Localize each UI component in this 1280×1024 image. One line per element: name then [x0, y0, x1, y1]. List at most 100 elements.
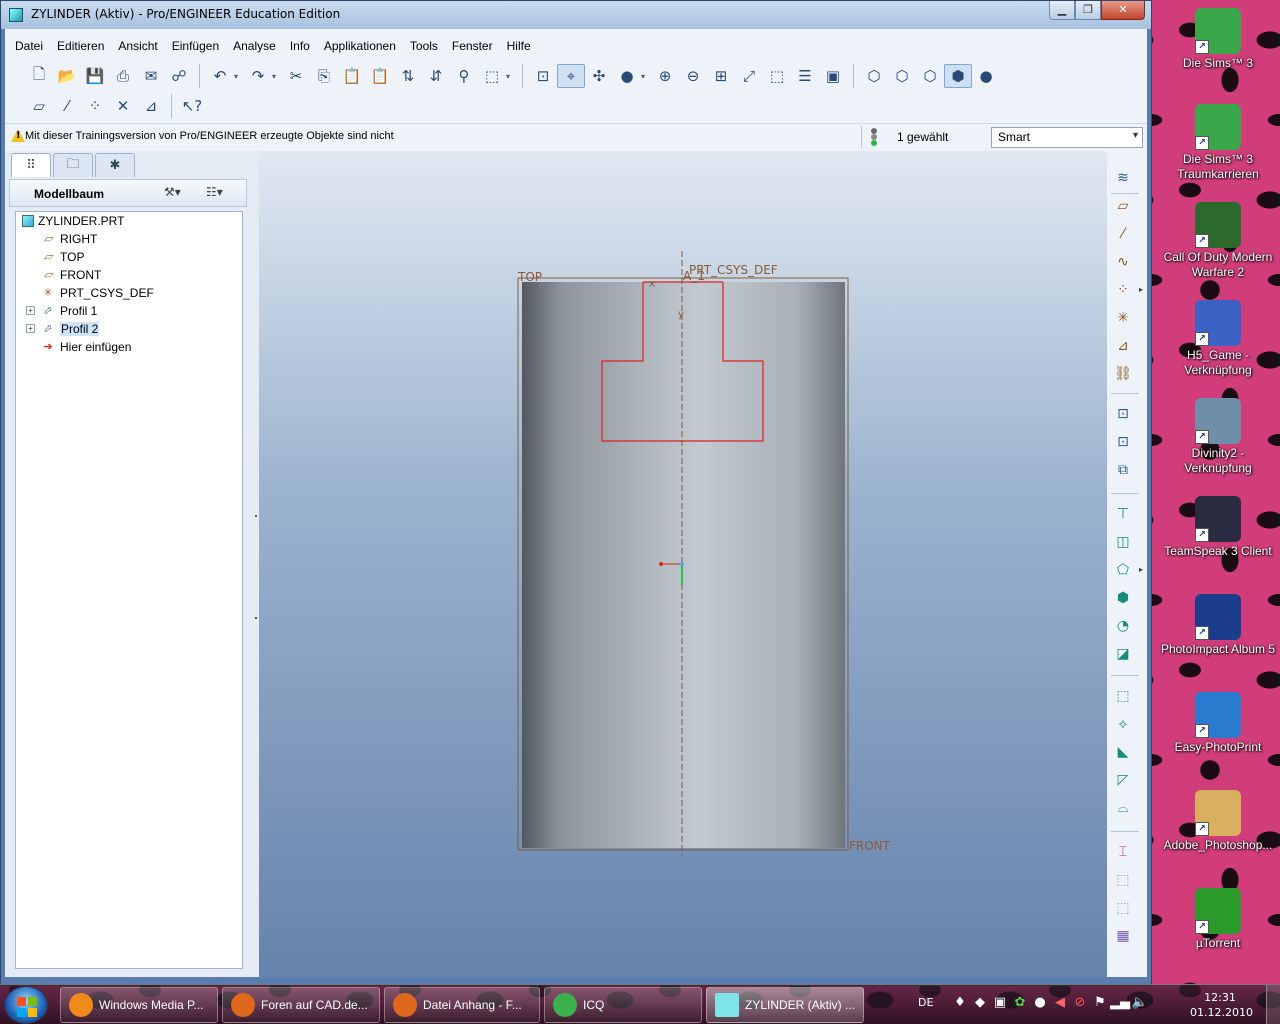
shaded-icon[interactable]: ⬢	[944, 64, 972, 88]
tree-item-profil-2[interactable]: + ⬀ Profil 2	[26, 320, 100, 338]
revolve-icon[interactable]: ◫	[1111, 531, 1135, 553]
csys-display-icon[interactable]: ✣	[585, 64, 613, 88]
menu-hilfe[interactable]: Hilfe	[500, 37, 538, 57]
tray-icq-icon[interactable]: ✿	[1010, 995, 1030, 1010]
enhanced-realism-icon[interactable]: ●	[972, 64, 1000, 88]
shading-icon[interactable]: ●	[613, 64, 641, 88]
graphics-window[interactable]: × y TOP PRT_CSYS_DEF A_1 FRONT	[259, 151, 1107, 977]
reorient-icon[interactable]: ⤢	[735, 64, 763, 88]
regen-manager-icon[interactable]: ⇵	[422, 64, 450, 88]
find-icon[interactable]: ⚲	[450, 64, 478, 88]
desktop-shortcut[interactable]: µTorrent	[1158, 888, 1278, 951]
extrude-icon[interactable]: ⊤	[1111, 503, 1135, 525]
group-icon[interactable]: ⧉	[1111, 459, 1135, 481]
send-icon[interactable]: ☍	[165, 64, 193, 88]
insert-feature-icon[interactable]: ⊡	[1111, 403, 1135, 425]
tray-app-icon[interactable]: ●	[1030, 995, 1050, 1010]
select-dropdown-icon[interactable]: ▾	[506, 72, 516, 81]
paste-special-icon[interactable]: 📋	[366, 64, 394, 88]
csys-toggle-icon[interactable]: ✕	[109, 94, 137, 118]
taskbar-button[interactable]: ICQ	[544, 987, 702, 1023]
show-list-icon[interactable]: ☷▾	[206, 185, 223, 199]
layers-icon[interactable]: ☰	[791, 64, 819, 88]
rib-icon[interactable]: ⬚	[1111, 685, 1135, 707]
maximize-button[interactable]: ❐	[1075, 1, 1101, 20]
tweak-icon[interactable]: ⊡	[1111, 431, 1135, 453]
email-icon[interactable]: ✉	[137, 64, 165, 88]
sweep-icon[interactable]: ⬠	[1111, 559, 1135, 581]
desktop-shortcut[interactable]: Easy-PhotoPrint	[1158, 692, 1278, 755]
expand-icon[interactable]: +	[26, 324, 35, 333]
redo-dropdown-icon[interactable]: ▾	[272, 72, 282, 81]
hidden-line-icon[interactable]: ⬡	[888, 64, 916, 88]
desktop-shortcut[interactable]: Adobe_Photoshop...	[1158, 790, 1278, 853]
datum-plane-icon[interactable]: ▱	[1111, 195, 1135, 217]
saved-views-icon[interactable]: ⬚	[763, 64, 791, 88]
desktop-shortcut[interactable]: Die Sims™ 3 Traumkarrieren	[1158, 104, 1278, 182]
tray-volume-alert-icon[interactable]: ◀	[1050, 995, 1070, 1010]
datum-axis-toggle-icon[interactable]: ⁄	[53, 94, 81, 118]
hole-icon[interactable]: ◔	[1111, 615, 1135, 637]
cut-icon[interactable]: ✂	[282, 64, 310, 88]
menu-fenster[interactable]: Fenster	[445, 37, 500, 57]
new-file-icon[interactable]: 🗋	[25, 64, 53, 88]
tree-item-part[interactable]: ZYLINDER.PRT	[22, 212, 124, 230]
datum-plane-toggle-icon[interactable]: ▱	[25, 94, 53, 118]
pattern-table-icon[interactable]: ▦	[1111, 925, 1135, 947]
redo-icon[interactable]: ↷	[244, 64, 272, 88]
undo-dropdown-icon[interactable]: ▾	[234, 72, 244, 81]
tray-network-icon[interactable]: ▂▄	[1110, 995, 1130, 1010]
select-box-icon[interactable]: ⬚	[478, 64, 506, 88]
tray-flag-icon[interactable]: ⚑	[1090, 995, 1110, 1010]
blend-icon[interactable]: ⬢	[1111, 587, 1135, 609]
chamfer-icon[interactable]: ◸	[1111, 769, 1135, 791]
datum-point-dropdown-icon[interactable]: ▸	[1139, 285, 1143, 294]
zoom-in-icon[interactable]: ⊕	[651, 64, 679, 88]
tray-app-icon[interactable]: ▣	[990, 995, 1010, 1010]
context-help-icon[interactable]: ↖?	[178, 94, 206, 118]
menu-datei[interactable]: Datei	[5, 37, 50, 57]
analysis-icon[interactable]: ⊿	[1111, 335, 1135, 357]
menu-info[interactable]: Info	[283, 37, 317, 57]
datum-curve-icon[interactable]: ∿	[1111, 251, 1135, 273]
shell-icon[interactable]: ◪	[1111, 643, 1135, 665]
tab-model-tree[interactable]: ⠿	[11, 153, 51, 177]
csys-icon[interactable]: ✳	[1111, 307, 1135, 329]
merge-icon[interactable]: ⬚	[1111, 869, 1135, 891]
show-desktop-button[interactable]	[1266, 985, 1280, 1024]
regenerate-icon[interactable]: ⇅	[394, 64, 422, 88]
tray-volume-icon[interactable]: 🔈	[1130, 995, 1150, 1010]
paste-icon[interactable]: 📋	[338, 64, 366, 88]
mirror-icon[interactable]: ⌶	[1111, 841, 1135, 863]
sketch-datum-curve-icon[interactable]: ≋	[1111, 167, 1135, 189]
tree-item-right[interactable]: ▱ RIGHT	[40, 230, 98, 248]
trim-icon[interactable]: ⬚	[1111, 897, 1135, 919]
wireframe-icon[interactable]: ⬡	[860, 64, 888, 88]
undo-icon[interactable]: ↶	[206, 64, 234, 88]
view-manager-icon[interactable]: ▣	[819, 64, 847, 88]
datum-point-icon[interactable]: ⁘	[1111, 279, 1135, 301]
selection-filter-select[interactable]: Smart	[991, 127, 1143, 148]
sweep-dropdown-icon[interactable]: ▸	[1139, 565, 1143, 574]
annotation-toggle-icon[interactable]: ⊿	[137, 94, 165, 118]
copy-icon[interactable]: ⎘	[310, 64, 338, 88]
zoom-out-icon[interactable]: ⊖	[679, 64, 707, 88]
menu-einfuegen[interactable]: Einfügen	[165, 37, 226, 57]
tree-item-top[interactable]: ▱ TOP	[40, 248, 85, 266]
datum-point-toggle-icon[interactable]: ⁘	[81, 94, 109, 118]
taskbar-button[interactable]: Datei Anhang - F...	[384, 987, 540, 1023]
menu-editieren[interactable]: Editieren	[50, 37, 111, 57]
tree-item-front[interactable]: ▱ FRONT	[40, 266, 102, 284]
datum-display-icon[interactable]: ⌖	[557, 64, 585, 88]
desktop-shortcut[interactable]: Divinity2 - Verknüpfung	[1158, 398, 1278, 476]
pattern-icon[interactable]: ⌓	[1111, 797, 1135, 819]
shading-dropdown-icon[interactable]: ▾	[641, 72, 651, 81]
chain-icon[interactable]: ⛓	[1111, 363, 1135, 385]
tray-app-icon[interactable]: ⊘	[1070, 995, 1090, 1010]
tab-favorites[interactable]: ✱	[95, 153, 135, 177]
title-bar[interactable]: ZYLINDER (Aktiv) - Pro/ENGINEER Educatio…	[1, 1, 1151, 29]
desktop-shortcut[interactable]: H5_Game - Verknüpfung	[1158, 300, 1278, 378]
round-icon[interactable]: ◣	[1111, 741, 1135, 763]
tree-item-insert-here[interactable]: ➔ Hier einfügen	[40, 338, 131, 356]
taskbar-button[interactable]: Foren auf CAD.de...	[222, 987, 380, 1023]
